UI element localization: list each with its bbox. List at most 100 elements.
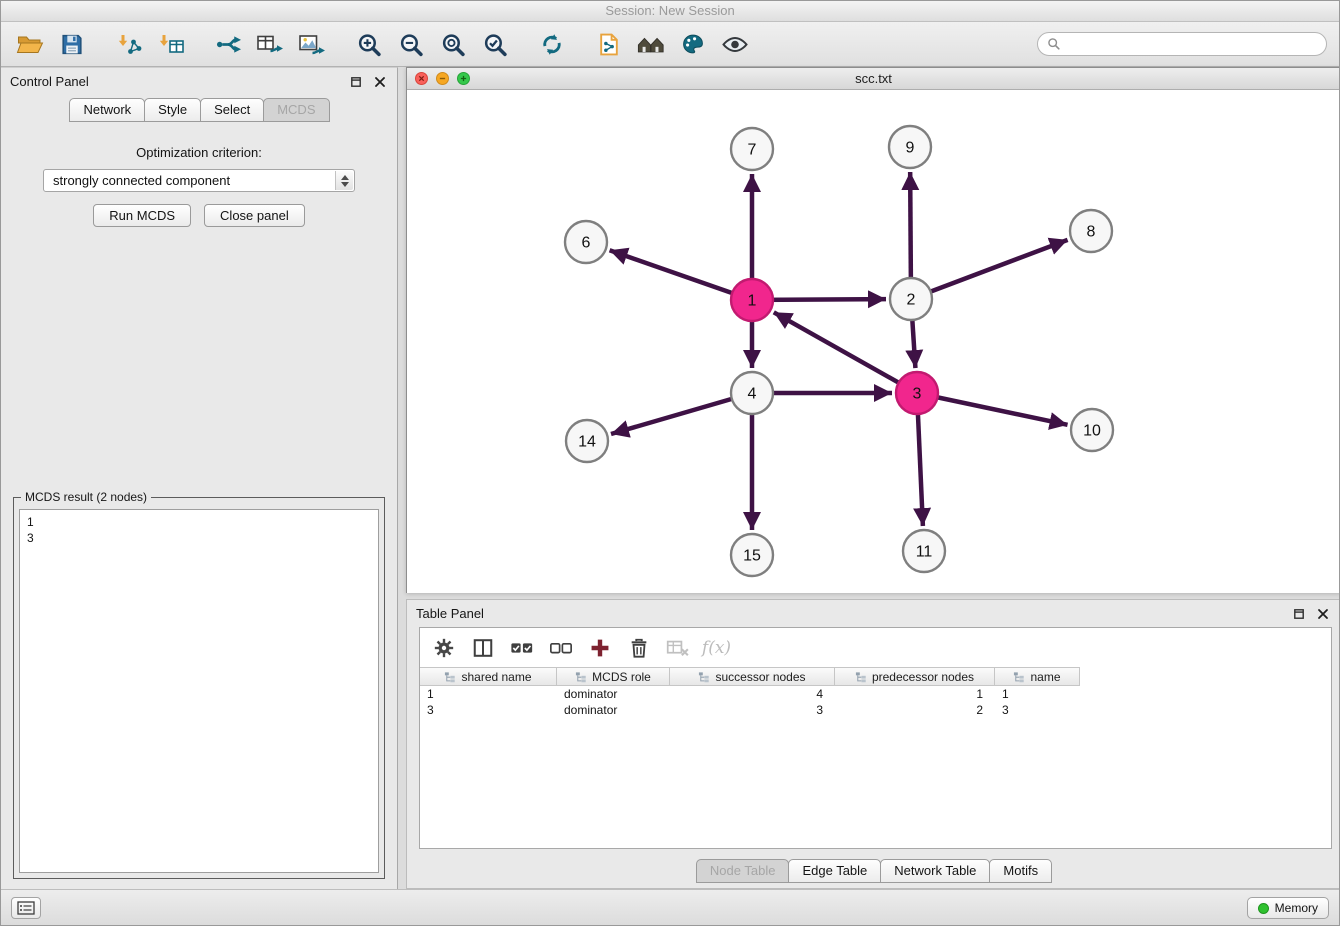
graph-node-label-1: 1	[748, 293, 757, 310]
column-chooser-icon[interactable]	[469, 634, 496, 661]
column-header-mcds-role[interactable]: MCDS role	[557, 668, 670, 685]
column-label: successor nodes	[715, 670, 805, 684]
delete-row-icon[interactable]	[625, 634, 652, 661]
column-label: predecessor nodes	[872, 670, 974, 684]
function-builder-label: f(x)	[702, 638, 731, 658]
search-box[interactable]	[1037, 32, 1327, 56]
graph-edge-3-10[interactable]	[917, 393, 1068, 425]
graph-node-label-8: 8	[1087, 224, 1096, 241]
tab-select[interactable]: Select	[200, 98, 264, 122]
close-window-icon[interactable]	[415, 72, 428, 85]
table-tab-motifs[interactable]: Motifs	[989, 859, 1052, 883]
memory-button[interactable]: Memory	[1247, 897, 1329, 919]
sort-icon	[1013, 671, 1025, 683]
mcds-result-title: MCDS result (2 nodes)	[21, 490, 151, 504]
zoom-fit-content-icon[interactable]	[432, 25, 474, 63]
export-image-icon[interactable]	[291, 25, 333, 63]
table-tab-node-table[interactable]: Node Table	[696, 859, 790, 883]
import-network-from-file-icon[interactable]	[108, 25, 150, 63]
column-header-shared-name[interactable]: shared name	[420, 668, 557, 685]
sort-icon	[855, 671, 867, 683]
import-table-from-file-icon[interactable]	[150, 25, 192, 63]
float-table-panel-icon[interactable]	[1290, 605, 1307, 622]
zoom-out-icon[interactable]	[390, 25, 432, 63]
sort-icon	[575, 671, 587, 683]
session-title-bar: Session: New Session	[1, 1, 1339, 22]
table-rows: 1dominator4113dominator323	[420, 686, 1331, 718]
mcds-result-line: 3	[27, 530, 371, 546]
control-panel-header: Control Panel	[1, 68, 397, 95]
export-network-icon[interactable]	[207, 25, 249, 63]
column-label: name	[1030, 670, 1060, 684]
table-row[interactable]: 1dominator411	[420, 686, 1331, 702]
zoom-selected-region-icon[interactable]	[474, 25, 516, 63]
float-panel-icon[interactable]	[347, 73, 364, 90]
search-input[interactable]	[1066, 37, 1317, 52]
column-header-successor-nodes[interactable]: successor nodes	[670, 668, 835, 685]
criterion-dropdown[interactable]: strongly connected component	[43, 169, 355, 192]
zoom-window-icon[interactable]	[457, 72, 470, 85]
graph-node-label-14: 14	[578, 434, 596, 451]
tab-network[interactable]: Network	[69, 98, 145, 122]
column-label: MCDS role	[592, 670, 651, 684]
show-style-icon[interactable]	[672, 25, 714, 63]
table-cell-mcds-role: dominator	[557, 703, 670, 717]
search-icon	[1047, 37, 1061, 51]
sort-icon	[444, 671, 456, 683]
table-panel: Table Panel f(x) shared nameMCDS rolesuc…	[406, 599, 1340, 889]
network-window-titlebar: scc.txt	[407, 68, 1340, 90]
control-panel: Control Panel NetworkStyleSelectMCDS Opt…	[1, 67, 398, 889]
memory-status-icon	[1258, 903, 1269, 914]
close-panel-button[interactable]: Close panel	[204, 204, 305, 227]
table-cell-shared-name: 1	[420, 687, 557, 701]
network-graph: 7968124314101511	[407, 91, 1340, 593]
column-label: shared name	[461, 670, 531, 684]
column-header-name[interactable]: name	[995, 668, 1080, 685]
column-header-predecessor-nodes[interactable]: predecessor nodes	[835, 668, 995, 685]
table-settings-gear-icon[interactable]	[430, 634, 457, 661]
main-toolbar	[1, 22, 1339, 67]
tab-style[interactable]: Style	[144, 98, 201, 122]
open-file-icon[interactable]	[9, 25, 51, 63]
graph-node-label-7: 7	[748, 142, 757, 159]
graph-edge-3-1[interactable]	[774, 312, 917, 393]
toolbar-separator	[573, 30, 588, 58]
graph-node-label-9: 9	[906, 140, 915, 157]
zoom-in-icon[interactable]	[348, 25, 390, 63]
close-panel-icon[interactable]	[371, 73, 388, 90]
mcds-result-list[interactable]: 13	[19, 509, 379, 873]
mcds-result-box: MCDS result (2 nodes) 13	[13, 497, 385, 879]
close-table-panel-icon[interactable]	[1314, 605, 1331, 622]
dropdown-stepper-icon	[335, 171, 353, 190]
graph-edge-1-6[interactable]	[610, 250, 752, 300]
toolbar-separator	[333, 30, 348, 58]
table-toolbar: f(x)	[420, 628, 1331, 667]
graph-node-label-10: 10	[1083, 423, 1101, 440]
table-tab-network-table[interactable]: Network Table	[880, 859, 990, 883]
apply-preferred-layout-icon[interactable]	[531, 25, 573, 63]
table-row[interactable]: 3dominator323	[420, 702, 1331, 718]
first-neighbors-icon[interactable]	[630, 25, 672, 63]
memory-button-label: Memory	[1275, 901, 1318, 915]
tab-mcds[interactable]: MCDS	[263, 98, 329, 122]
add-row-icon[interactable]	[586, 634, 613, 661]
graph-node-label-11: 11	[916, 544, 933, 561]
table-header-row: shared name MCDS role successor nodes prede…	[420, 667, 1080, 686]
optimization-criterion-label: Optimization criterion:	[1, 145, 397, 160]
save-session-icon[interactable]	[51, 25, 93, 63]
toolbar-icon-group	[9, 25, 756, 63]
show-hide-icon[interactable]	[714, 25, 756, 63]
export-table-icon[interactable]	[249, 25, 291, 63]
duplicate-network-icon[interactable]	[588, 25, 630, 63]
table-tab-edge-table[interactable]: Edge Table	[788, 859, 881, 883]
toolbar-separator	[516, 30, 531, 58]
session-title: Session: New Session	[605, 3, 734, 18]
minimize-window-icon[interactable]	[436, 72, 449, 85]
graph-edge-2-8[interactable]	[911, 240, 1068, 299]
network-canvas[interactable]: 7968124314101511	[407, 91, 1340, 593]
criterion-dropdown-value: strongly connected component	[53, 173, 230, 188]
show-panel-chooser-button[interactable]	[11, 897, 41, 919]
select-all-rows-icon[interactable]	[508, 634, 535, 661]
run-mcds-button[interactable]: Run MCDS	[93, 204, 191, 227]
deselect-all-rows-icon[interactable]	[547, 634, 574, 661]
